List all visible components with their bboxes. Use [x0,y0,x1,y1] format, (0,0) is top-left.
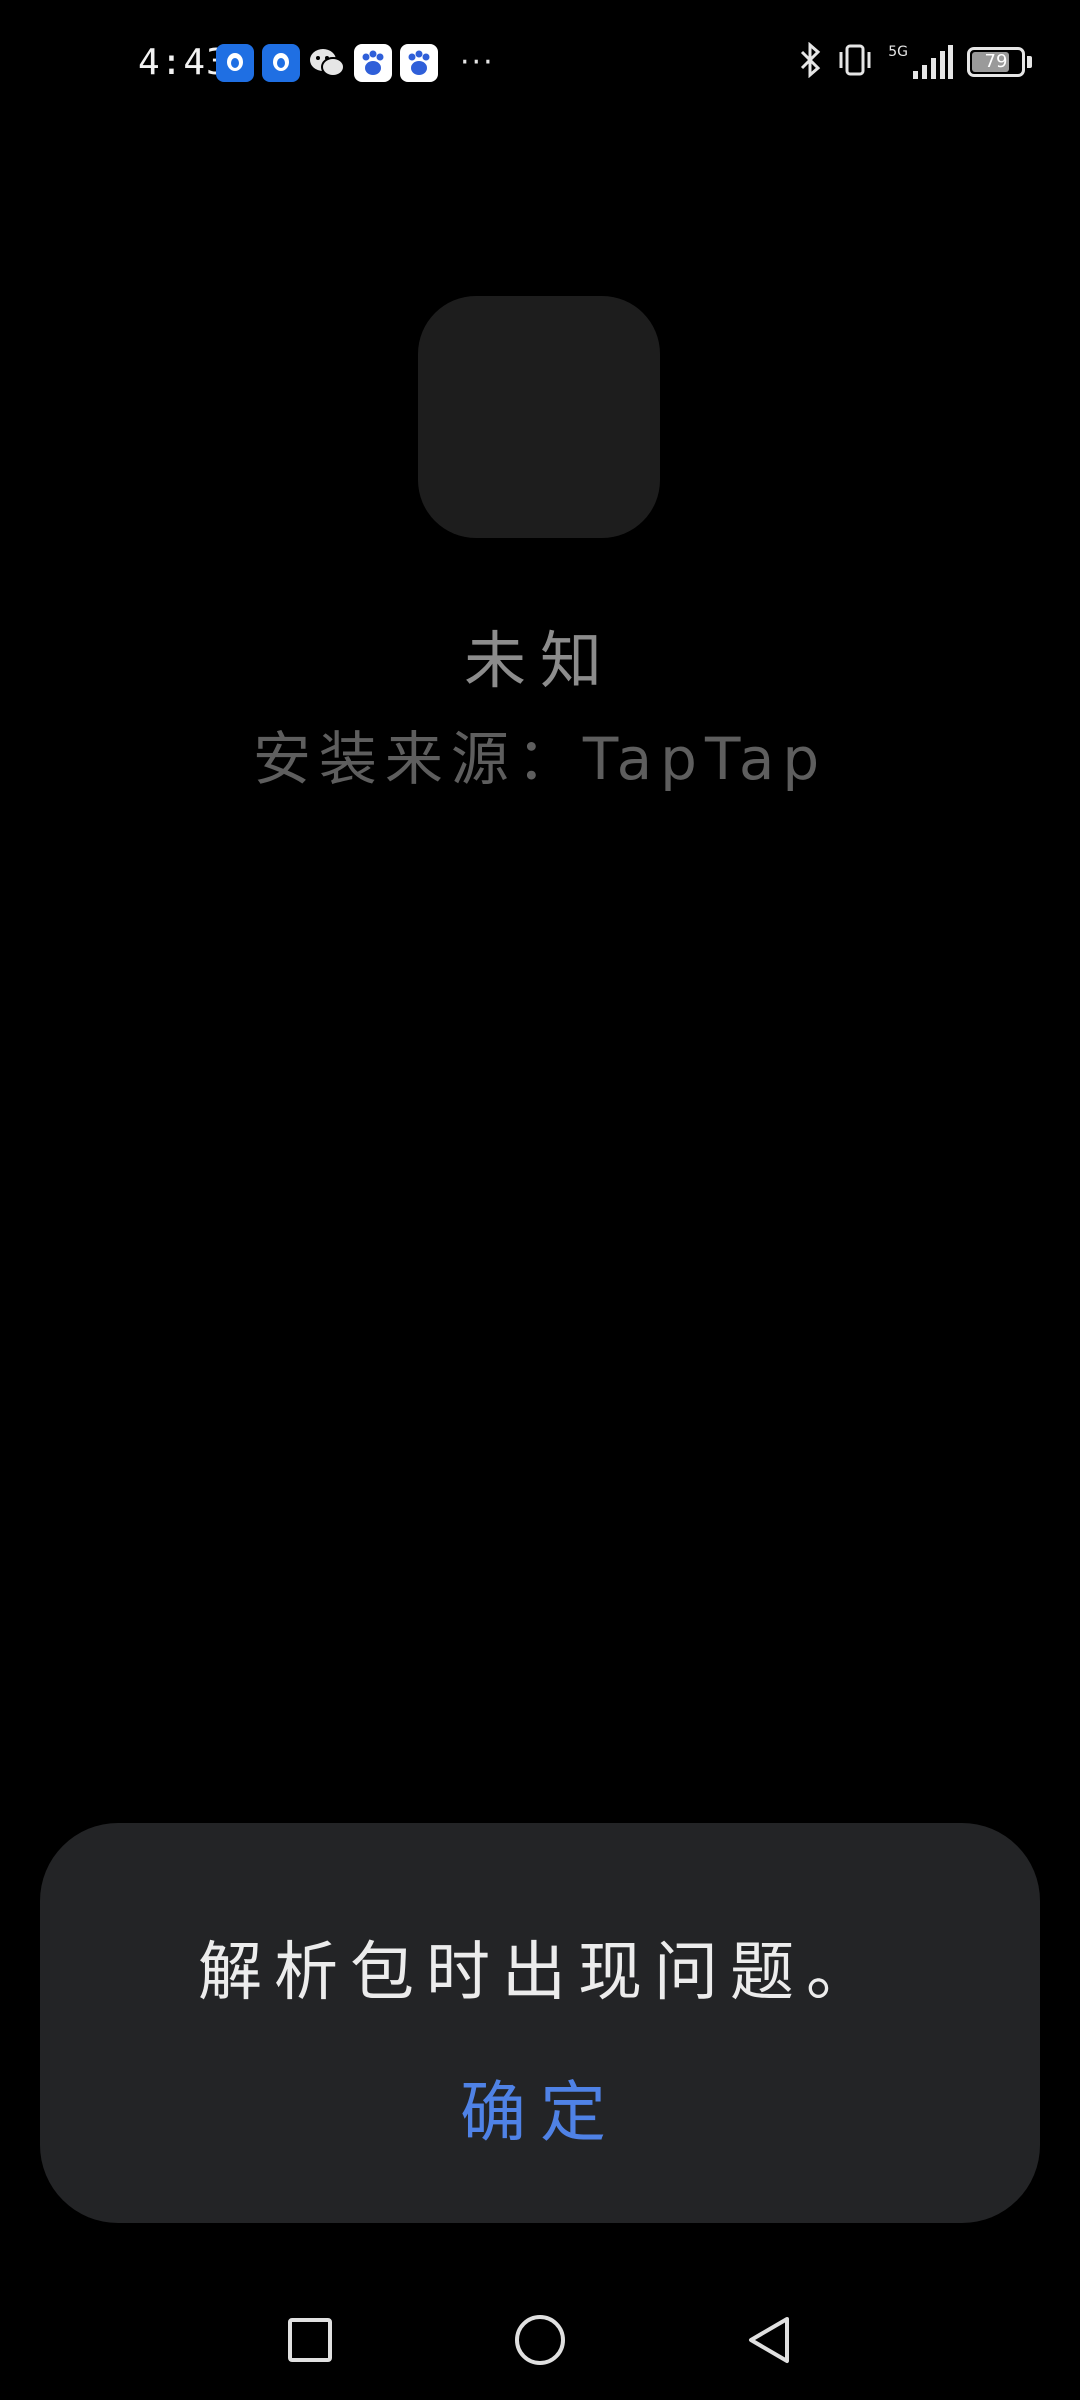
square-icon [288,2318,332,2362]
error-dialog: 解析包时出现问题。 确定 [40,1823,1040,2223]
baidu-icon [354,44,392,82]
system-icons: 5G 79 [798,41,1032,82]
qq-icon [216,44,254,82]
vibrate-icon [836,42,874,82]
recents-button[interactable] [250,2280,370,2400]
back-button[interactable] [710,2280,830,2400]
circle-icon [515,2315,565,2365]
signal-icon: 5G [888,45,953,79]
qq-icon [262,44,300,82]
battery-icon: 79 [967,47,1025,77]
app-name: 未知 [463,624,616,697]
battery-indicator: 79 [967,47,1032,77]
battery-tip [1027,56,1032,68]
home-button[interactable] [480,2280,600,2400]
dialog-message: 解析包时出现问题。 [198,1936,882,2010]
confirm-button[interactable]: 确定 [430,2063,650,2163]
bluetooth-icon [798,41,822,82]
back-triangle-icon [749,2317,789,2363]
navigation-bar [0,2280,1080,2400]
battery-level: 79 [984,51,1008,72]
baidu-icon [400,44,438,82]
install-source: 安装来源：TapTap [252,725,828,793]
notification-icons: ··· [216,44,495,82]
wechat-icon [308,44,346,82]
status-bar: 4:43 ··· 5G 79 [0,0,1080,130]
network-type: 5G [888,44,908,60]
app-icon [418,296,660,538]
more-notifications-icon: ··· [460,45,495,80]
